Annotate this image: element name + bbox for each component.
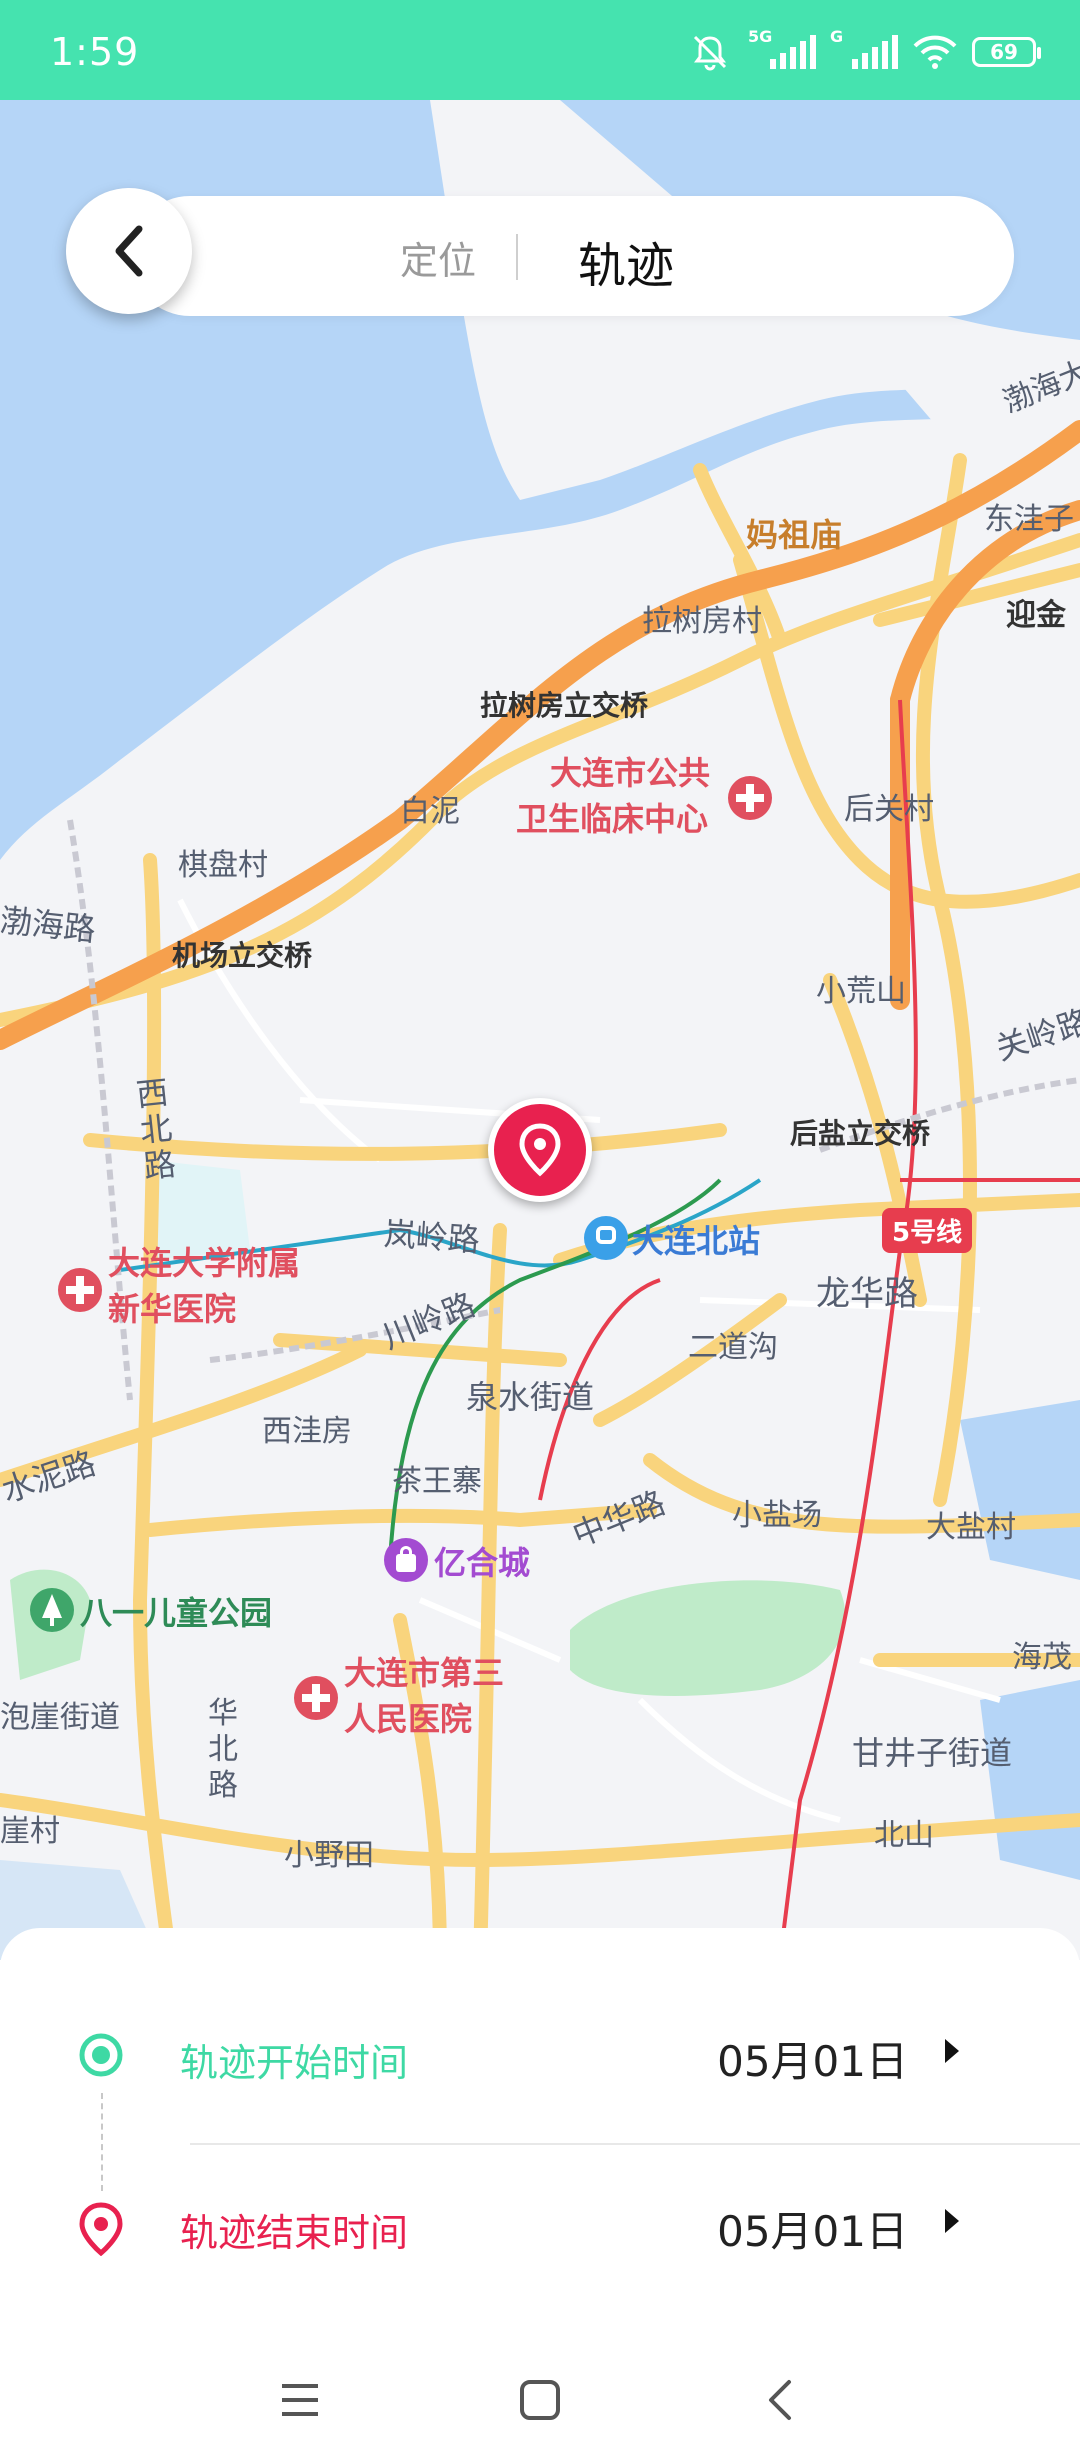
label-longhua-road: 龙华路	[816, 1274, 918, 1314]
label-yacun: 崖村	[0, 1814, 60, 1849]
label-quanshui-street: 泉水街道	[466, 1378, 595, 1416]
label-hospital-public-2: 卫生临床中心	[516, 800, 709, 838]
label-hospital-third-1: 大连市第三	[344, 1654, 505, 1692]
label-beishan: 北山	[874, 1818, 934, 1853]
label-houyan-interchange: 后盐立交桥	[790, 1117, 931, 1150]
map-view[interactable]: 妈祖庙 东洼子 渤海大 迎金 拉树房村 拉树房立交桥 白泥 大连市公共 卫生临床…	[0, 100, 1080, 1960]
map-background	[0, 100, 1080, 1960]
label-xiaoyetian: 小野田	[284, 1838, 374, 1873]
label-erdaogou: 二道沟	[688, 1330, 778, 1365]
back-button[interactable]	[66, 188, 192, 314]
signal-5g-label: 5G	[748, 27, 773, 46]
metro-station-icon	[584, 1216, 628, 1260]
label-hospital-public-1: 大连市公共	[550, 754, 711, 792]
track-end-row[interactable]: 轨迹结束时间 05月01日	[0, 2170, 1080, 2280]
label-xiaoyanchang: 小盐场	[732, 1498, 822, 1533]
signal-5g-icon: 5G	[748, 27, 816, 69]
label-hospital-third-2: 人民医院	[344, 1700, 473, 1738]
tab-locate[interactable]: 定位	[400, 230, 476, 285]
track-start-value: 05月01日	[717, 2037, 908, 2086]
label-mazu-temple: 妈祖庙	[746, 516, 843, 554]
label-haimao: 海茂	[1012, 1640, 1072, 1675]
status-icons: 5G G 69	[690, 27, 1041, 74]
label-qipan-village: 棋盘村	[178, 848, 268, 883]
back-chevron-icon	[769, 2380, 791, 2420]
hospital-cross-icon	[294, 1676, 338, 1720]
location-pin-marker[interactable]	[488, 1098, 592, 1202]
label-yihe-city: 亿合城	[434, 1544, 531, 1582]
tab-track[interactable]: 轨迹	[578, 226, 674, 296]
label-hospital-xinhua-2: 新华医院	[108, 1290, 237, 1328]
caret-right-icon	[945, 2039, 959, 2063]
label-dalian-north-station: 大连北站	[632, 1222, 761, 1260]
label-airport-interchange: 机场立交桥	[172, 939, 313, 972]
nav-back-button[interactable]	[750, 2370, 810, 2430]
battery-level: 69	[990, 40, 1018, 64]
label-yingjin: 迎金	[1006, 598, 1066, 633]
label-paoya-street: 泡崖街道	[0, 1700, 120, 1735]
mute-bell-icon	[693, 35, 727, 71]
label-ganjingzi-street: 甘井子街道	[852, 1734, 1013, 1772]
label-bayi-park: 八一儿童公园	[80, 1594, 273, 1632]
label-lanling-road: 岚岭路	[382, 1214, 482, 1260]
park-tree-icon	[30, 1588, 74, 1632]
label-hospital-xinhua-1: 大连大学附属	[108, 1244, 301, 1282]
start-point-icon	[79, 2033, 123, 2077]
track-start-row[interactable]: 轨迹开始时间 05月01日	[0, 2000, 1080, 2110]
track-end-value: 05月01日	[717, 2207, 908, 2256]
hospital-cross-icon	[728, 776, 772, 820]
row-divider	[190, 2143, 1080, 2145]
chevron-left-icon	[115, 225, 143, 277]
shopping-bag-icon	[384, 1538, 428, 1582]
label-chawangzhai: 茶王寨	[392, 1464, 482, 1499]
label-bohai-road: 渤海路	[0, 901, 98, 949]
menu-icon	[282, 2384, 318, 2416]
signal-g-icon: G	[830, 27, 898, 69]
nav-home-button[interactable]	[510, 2370, 570, 2430]
label-dayan-village: 大盐村	[926, 1510, 1016, 1545]
status-time: 1:59	[50, 30, 140, 74]
nav-menu-button[interactable]	[270, 2370, 330, 2430]
hospital-cross-icon	[58, 1268, 102, 1312]
label-lashufang-interchange: 拉树房立交桥	[480, 689, 649, 722]
end-point-icon	[79, 2202, 123, 2256]
label-xiaohuangshan: 小荒山	[816, 974, 906, 1009]
home-square-icon	[520, 2380, 560, 2420]
label-xiwafang: 西洼房	[262, 1414, 352, 1449]
battery-icon: 69	[972, 37, 1041, 67]
tab-divider	[516, 234, 518, 280]
header-tab-bar	[130, 196, 1014, 316]
label-houguan-village: 后关村	[844, 792, 934, 827]
location-pin-icon	[519, 1123, 561, 1177]
label-dongwazi: 东洼子	[984, 502, 1074, 537]
label-baini: 白泥	[400, 794, 460, 829]
system-nav-bar	[0, 2340, 1080, 2460]
label-huabei-road: 华北路	[208, 1696, 238, 1803]
track-end-label: 轨迹结束时间	[180, 2211, 409, 2255]
signal-g-label: G	[830, 27, 844, 46]
track-start-label: 轨迹开始时间	[180, 2041, 409, 2085]
status-bar: 1:59 5G G 69	[0, 0, 1080, 100]
label-lashufang-village: 拉树房村	[642, 604, 762, 639]
wifi-icon	[913, 35, 957, 69]
label-line5: 5号线	[882, 1208, 973, 1253]
caret-right-icon	[945, 2209, 959, 2233]
